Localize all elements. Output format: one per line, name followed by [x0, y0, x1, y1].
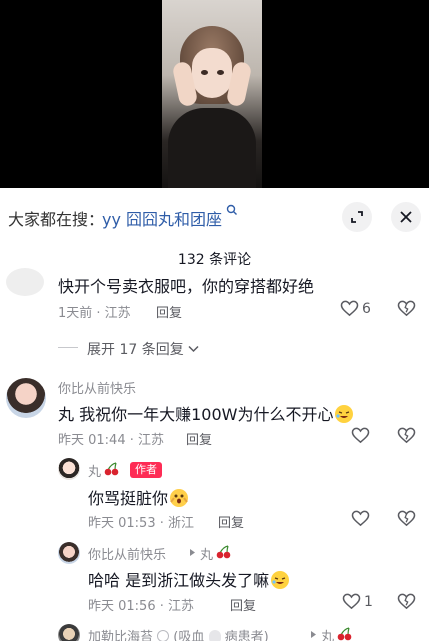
cherry-icon	[337, 627, 352, 641]
reply-username-suffix: 病患者)	[224, 630, 269, 641]
video-player[interactable]	[0, 0, 429, 188]
heart-icon	[342, 593, 361, 610]
reply-meta: 昨天 01:56 · 江苏	[88, 599, 194, 614]
broken-heart-icon[interactable]	[397, 510, 416, 527]
like-count: 1	[364, 593, 373, 610]
close-button[interactable]	[391, 202, 421, 232]
reply-text-content: 你骂挺脏你	[88, 489, 169, 508]
comment-username[interactable]: 你比从前快乐	[58, 378, 136, 397]
expand-divider	[58, 347, 78, 348]
reply-username[interactable]: 加勒比海苔 (吸血 病患者)	[88, 626, 269, 641]
chevron-down-icon	[188, 345, 199, 353]
like-button[interactable]: 6	[340, 300, 371, 317]
reply-button[interactable]: 回复	[156, 302, 182, 321]
like-count: 6	[362, 300, 371, 317]
avatar[interactable]	[58, 624, 80, 641]
heart-icon[interactable]	[351, 427, 370, 444]
avatar[interactable]	[58, 458, 80, 480]
close-icon	[400, 211, 412, 223]
expand-replies-label: 展开 17 条回复	[87, 342, 184, 358]
reply-username-text: 加勒比海苔	[88, 630, 154, 641]
reply-button[interactable]: 回复	[186, 429, 212, 448]
comment-meta: 昨天 01:44 · 江苏	[58, 433, 164, 448]
comment-text: 快开个号卖衣服吧，你的穿搭都好绝	[58, 277, 315, 296]
search-prefix: 大家都在搜：	[8, 210, 105, 229]
ghost-icon	[157, 630, 170, 641]
reply-to-username[interactable]: 丸	[200, 544, 213, 563]
reply-to-username[interactable]: 丸	[321, 626, 334, 641]
reply-username-suffix: (吸血	[173, 630, 205, 641]
reply-button[interactable]: 回复	[230, 595, 256, 614]
reply-text: 哈哈 是到浙江做头发了嘛	[88, 567, 290, 591]
cherry-icon	[216, 545, 231, 559]
cherry-icon	[104, 462, 119, 476]
video-subject-face	[192, 48, 232, 98]
search-suggestion-bar: 大家都在搜： yy 囧囧丸和团座	[0, 198, 429, 238]
ghost-icon	[208, 630, 221, 641]
comment-count: 132 条评论	[177, 252, 252, 268]
comment-meta: 1天前 · 江苏	[58, 306, 131, 321]
comment-text-content: 丸 我祝你一年大赚100W为什么不开心	[58, 405, 334, 424]
reply-button[interactable]: 回复	[218, 512, 244, 531]
expand-replies-button[interactable]: 展开 17 条回复	[87, 339, 199, 359]
laughing-emoji-icon	[335, 405, 354, 423]
video-subject-eye	[201, 70, 208, 75]
avatar[interactable]	[6, 378, 46, 418]
author-badge: 作者	[130, 462, 162, 478]
reply-username[interactable]: 你比从前快乐	[88, 544, 166, 563]
reply-arrow-icon	[311, 631, 316, 638]
avatar[interactable]	[6, 268, 44, 296]
video-subject-eye	[217, 70, 224, 75]
laughing-emoji-icon	[271, 571, 290, 589]
heart-icon[interactable]	[351, 510, 370, 527]
broken-heart-icon[interactable]	[397, 427, 416, 444]
like-button[interactable]: 1	[342, 593, 373, 610]
search-icon	[226, 204, 237, 215]
broken-heart-icon[interactable]	[397, 593, 416, 610]
video-frame	[162, 0, 262, 188]
reply-meta: 昨天 01:53 · 浙江	[88, 516, 194, 531]
reply-text-content: 哈哈 是到浙江做头发了嘛	[88, 571, 270, 590]
broken-heart-icon[interactable]	[397, 300, 416, 317]
comment-text: 丸 我祝你一年大赚100W为什么不开心	[58, 401, 354, 425]
video-subject-body	[168, 108, 256, 188]
avatar[interactable]	[58, 542, 80, 564]
expand-icon	[351, 211, 363, 223]
shocked-emoji-icon	[170, 489, 189, 507]
reply-text: 你骂挺脏你	[88, 485, 189, 509]
expand-button[interactable]	[342, 202, 372, 232]
heart-icon	[340, 300, 359, 317]
search-suggestion-link[interactable]: yy 囧囧丸和团座	[102, 206, 222, 230]
reply-username[interactable]: 丸	[88, 461, 101, 480]
reply-arrow-icon	[190, 549, 195, 556]
